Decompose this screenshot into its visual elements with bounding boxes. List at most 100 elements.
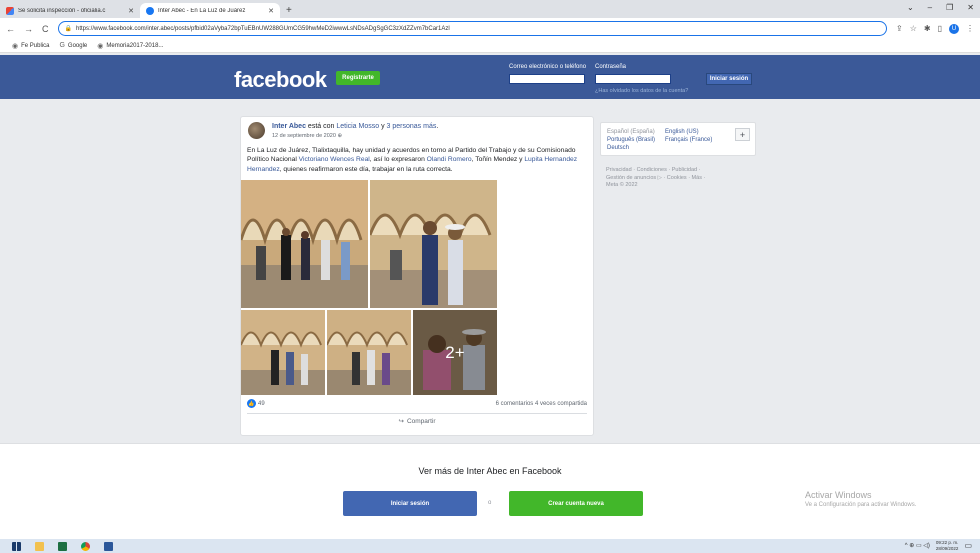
close-tab-icon[interactable]: ✕ <box>128 7 134 15</box>
author-name[interactable]: Inter Abec <box>272 123 306 130</box>
login-button[interactable]: Iniciar sesión <box>706 73 752 85</box>
reload-icon[interactable]: C <box>42 24 49 34</box>
clock-time: 09:22 p. m. <box>935 540 959 545</box>
tab-title: Inter Abec - En La Luz de Juárez <box>158 7 246 14</box>
address-bar-row: ← → C 🔒 https://www.facebook.com/inter.a… <box>0 18 980 39</box>
language-link[interactable]: Deutsch <box>607 145 629 151</box>
windows-activation-watermark: Activar Windows Ve a Configuración para … <box>805 490 916 508</box>
notification-icon[interactable]: ▭ <box>964 541 972 550</box>
password-label: Contraseña <box>595 64 627 70</box>
language-current: Español (España) <box>607 129 655 135</box>
public-globe-icon: ⊕ <box>337 133 343 139</box>
forgot-account-link[interactable]: ¿Has olvidado los datos de la cuenta? <box>595 88 688 94</box>
bookmark-label: Google <box>67 42 88 49</box>
avatar[interactable] <box>248 122 265 139</box>
post-author-line: Inter Abec está con Leticia Mosso y 3 pe… <box>272 123 438 130</box>
word-icon[interactable] <box>104 541 113 551</box>
tray-icons[interactable]: ^ ⊕ ▭ ◁) <box>905 542 930 549</box>
share-button[interactable]: ↪ Compartir <box>241 417 593 426</box>
password-field[interactable] <box>595 74 671 84</box>
bookmark-star-icon[interactable]: ☆ <box>910 24 917 33</box>
like-icon: 👍 <box>247 399 256 408</box>
new-tab-button[interactable]: + <box>280 5 298 18</box>
and-text: y <box>379 123 387 130</box>
share-arrow-icon: ↪ <box>398 418 404 425</box>
file-explorer-icon[interactable] <box>35 541 44 551</box>
maximize-icon[interactable]: ❐ <box>946 3 953 12</box>
taskbar-apps <box>0 541 113 551</box>
share-icon[interactable]: ⇪ <box>896 24 903 33</box>
gmail-icon <box>6 6 14 15</box>
windows-start-icon[interactable] <box>12 541 21 551</box>
facebook-icon <box>146 6 154 15</box>
url-input[interactable]: 🔒 https://www.facebook.com/inter.abec/po… <box>57 21 888 36</box>
bookmark-fe-publica[interactable]: ◉ Fe Publica <box>12 42 49 50</box>
post-photo[interactable] <box>241 180 368 308</box>
create-account-button[interactable]: Crear cuenta nueva <box>509 491 643 516</box>
chrome-icon[interactable] <box>81 541 90 551</box>
add-language-button[interactable]: + <box>735 128 750 141</box>
back-icon[interactable]: ← <box>6 24 15 34</box>
post-text-part: , así lo expresaron <box>369 156 427 164</box>
reactions[interactable]: 👍 49 <box>247 399 265 408</box>
lock-icon[interactable]: 🔒 <box>65 25 72 32</box>
tab-title: Se solicita inspección - oficialia.c <box>18 7 106 14</box>
others-link[interactable]: 3 personas más <box>387 123 437 130</box>
minimize-icon[interactable]: – <box>928 3 932 12</box>
google-icon: G <box>59 42 65 49</box>
browser-tabstrip: Se solicita inspección - oficialia.c ✕ I… <box>0 0 980 18</box>
mention-link[interactable]: Victoriano Wences Real <box>299 156 370 163</box>
login-prompt-bar: Ver más de Inter Abec en Facebook Inicia… <box>0 443 980 539</box>
close-tab-icon[interactable]: ✕ <box>268 7 274 15</box>
bookmark-google[interactable]: G Google <box>59 42 87 49</box>
tab-search-icon[interactable]: ⌄ <box>907 3 914 12</box>
divider <box>247 413 587 414</box>
comments-count[interactable]: 6 comentarios <box>496 401 534 407</box>
post-text-part: , quienes reafirmaron este día, trabajar… <box>279 165 453 173</box>
tagged-person-link[interactable]: Leticia Mosso <box>336 123 379 130</box>
bookmark-memoria[interactable]: ◉ Memoria2017-2018... <box>97 42 163 50</box>
bookmark-label: Fe Publica <box>21 42 50 49</box>
menu-icon[interactable]: ⋮ <box>966 24 974 33</box>
post-photo[interactable] <box>370 180 497 308</box>
window-controls: ⌄ – ❐ ✕ <box>907 3 974 12</box>
bookmark-label: Memoria2017-2018... <box>106 42 164 49</box>
browser-actions: ⇪ ☆ ✱ ▯ U ⋮ <box>896 23 974 34</box>
register-button[interactable]: Registrarte <box>336 71 380 85</box>
email-field[interactable] <box>509 74 585 84</box>
post-text-part: , Toñín Mendez y <box>471 156 525 164</box>
or-text: o <box>488 500 492 506</box>
with-text: está con <box>305 123 337 130</box>
extensions-icon[interactable]: ✱ <box>924 24 931 33</box>
sidepanel-icon[interactable]: ▯ <box>938 24 942 33</box>
bookmarks-bar: ◉ Fe Publica G Google ◉ Memoria2017-2018... <box>0 39 980 53</box>
clock[interactable]: 09:22 p. m. 28/09/2022 <box>936 540 959 551</box>
email-label: Correo electrónico o teléfono <box>509 64 587 70</box>
language-link[interactable]: English (US) <box>665 129 699 135</box>
period-text: . <box>436 123 439 130</box>
language-selector: Español (España) English (US) Português … <box>600 122 756 156</box>
facebook-logo[interactable]: facebook <box>234 67 327 93</box>
language-link[interactable]: Português (Brasil) <box>607 137 655 143</box>
watermark-title: Activar Windows <box>805 490 872 500</box>
footer-links[interactable]: Privacidad · Condiciones · Publicidad · … <box>606 166 716 182</box>
post-photo[interactable] <box>327 310 411 395</box>
url-text: https://www.facebook.com/inter.abec/post… <box>75 25 450 32</box>
shares-count[interactable]: 4 veces compartida <box>535 401 587 407</box>
post-photo[interactable] <box>241 310 325 395</box>
tab-gmail[interactable]: Se solicita inspección - oficialia.c ✕ <box>0 3 140 18</box>
profile-avatar[interactable]: U <box>949 23 959 34</box>
globe-icon: ◉ <box>97 42 104 50</box>
cta-login-button[interactable]: Iniciar sesión <box>343 491 477 516</box>
post-date[interactable]: 12 de septiembre de 2020 ⊕ <box>272 133 342 139</box>
post-photo-more[interactable]: 2+ <box>413 310 497 395</box>
forward-icon[interactable]: → <box>24 24 33 34</box>
excel-icon[interactable] <box>58 541 67 551</box>
date-text: 12 de septiembre de 2020 <box>272 133 336 139</box>
mention-link[interactable]: Olandi Romero <box>427 156 472 163</box>
tab-facebook[interactable]: Inter Abec - En La Luz de Juárez ✕ <box>140 3 280 18</box>
windows-taskbar: ^ ⊕ ▭ ◁) 09:22 p. m. 28/09/2022 ▭ <box>0 539 980 553</box>
post-text: En La Luz de Juárez, Tlalixtaquilla, hay… <box>247 146 591 174</box>
close-window-icon[interactable]: ✕ <box>967 3 974 12</box>
language-link[interactable]: Français (France) <box>665 137 712 143</box>
